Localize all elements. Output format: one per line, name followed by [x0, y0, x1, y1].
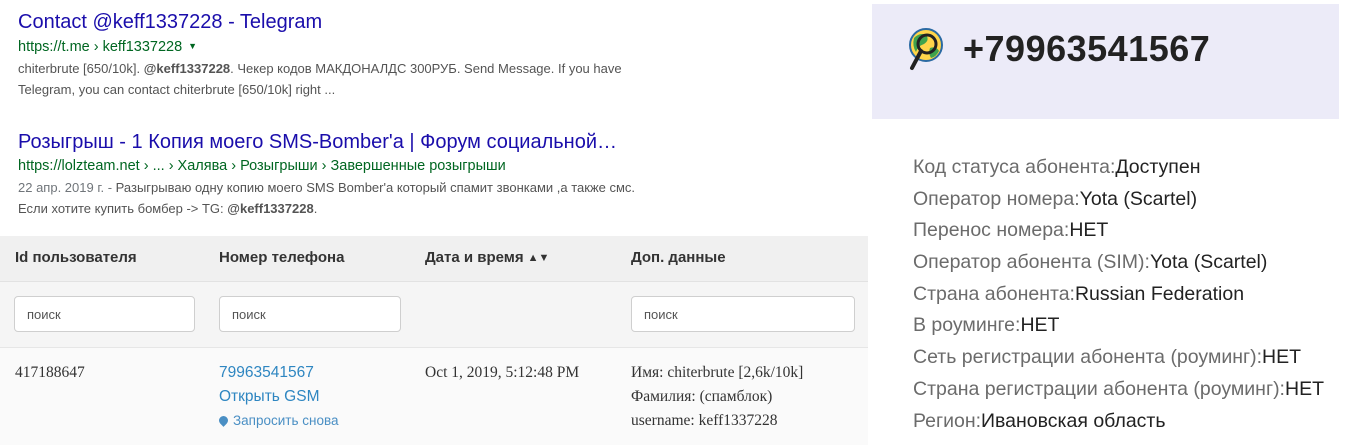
header-user-id: Id пользователя	[15, 249, 137, 266]
info-value: Доступен	[1115, 156, 1201, 178]
info-label: Перенос номера:	[913, 219, 1070, 242]
snippet-text: chiterbrute [650/10k].	[18, 61, 144, 76]
info-row: Страна абонента:Russian Federation	[913, 279, 1324, 311]
map-pin-icon	[217, 414, 230, 427]
request-again-label: Запросить снова	[233, 413, 339, 428]
header-phone: Номер телефона	[219, 249, 345, 266]
info-value: НЕТ	[1020, 314, 1060, 337]
result-url: https://t.me › keff1337228 ▼	[18, 36, 638, 57]
phone-link[interactable]: 79963541567	[219, 361, 339, 385]
table-row: 417188647 79963541567 Открыть GSM Запрос…	[0, 347, 868, 445]
extra-line: Имя: chiterbrute [2,6k/10k]	[631, 364, 804, 381]
result-snippet: 22 апр. 2019 г. - Разыгрываю одну копию …	[18, 177, 638, 219]
info-row: Регион:Ивановская область	[913, 406, 1324, 438]
info-label: Оператор номера:	[913, 187, 1080, 210]
request-again-link[interactable]: Запросить снова	[217, 409, 339, 433]
filter-extra-input[interactable]	[631, 296, 855, 332]
lookup-table: Id пользователя Номер телефона Дата и вр…	[0, 236, 868, 445]
table-header: Id пользователя Номер телефона Дата и вр…	[0, 236, 868, 281]
snippet-text: .	[313, 201, 318, 216]
filter-row	[0, 281, 868, 348]
info-value: Ивановская область	[981, 409, 1166, 432]
info-row: Оператор номера:Yota (Scartel)	[913, 184, 1324, 216]
result-title-link[interactable]: Розыгрыш - 1 Копия моего SMS-Bomber'a | …	[18, 130, 638, 154]
cell-datetime: Oct 1, 2019, 5:12:48 PM	[425, 364, 580, 381]
search-result: Contact @keff1337228 - Telegram https://…	[18, 10, 638, 100]
info-row: Код статуса абонента:Доступен	[913, 152, 1324, 184]
phone-number-title: +79963541567	[963, 28, 1211, 69]
info-row: Сеть регистрации абонента (роуминг):НЕТ	[913, 342, 1324, 374]
header-datetime-label: Дата и время	[425, 249, 524, 266]
sort-updown-icon[interactable]: ▲▼	[528, 252, 550, 264]
open-gsm-link[interactable]: Открыть GSM	[219, 385, 339, 409]
header-extra: Доп. данные	[631, 249, 726, 266]
info-value: НЕТ	[1284, 377, 1324, 400]
result-snippet: chiterbrute [650/10k]. @keff1337228. Чек…	[18, 58, 638, 100]
info-value: Yota (Scartel)	[1149, 251, 1268, 274]
info-label: Сеть регистрации абонента (роуминг):	[913, 346, 1263, 369]
info-value: Yota (Scartel)	[1079, 187, 1198, 210]
result-title-link[interactable]: Contact @keff1337228 - Telegram	[18, 10, 638, 34]
info-value: Russian Federation	[1074, 282, 1245, 305]
info-value: НЕТ	[1069, 219, 1109, 242]
info-label: Оператор абонента (SIM):	[913, 251, 1150, 274]
info-label: Код статуса абонента:	[913, 156, 1116, 178]
phone-header: +79963541567	[872, 4, 1339, 119]
filter-phone-input[interactable]	[219, 296, 401, 332]
info-label: Страна регистрации абонента (роуминг):	[913, 377, 1285, 400]
info-label: Регион:	[913, 409, 982, 432]
cell-user-id: 417188647	[15, 364, 85, 381]
search-result: Розыгрыш - 1 Копия моего SMS-Bomber'a | …	[18, 130, 638, 219]
info-row: Страна регистрации абонента (роуминг):НЕ…	[913, 374, 1324, 406]
snippet-highlight: @keff1337228	[143, 61, 231, 76]
filter-id-input[interactable]	[14, 296, 195, 332]
extra-line: username: keff1337228	[631, 412, 778, 429]
info-label: Страна абонента:	[913, 282, 1075, 305]
result-url-text[interactable]: https://t.me › keff1337228	[18, 39, 182, 55]
cell-extra: Имя: chiterbrute [2,6k/10k] Фамилия: (сп…	[631, 361, 866, 433]
extra-line: Фамилия: (спамблок)	[631, 388, 773, 405]
info-row: В роуминге:НЕТ	[913, 310, 1324, 342]
header-datetime[interactable]: Дата и время ▲▼	[425, 249, 549, 266]
subscriber-info: Код статуса абонента:Доступен Оператор н…	[913, 152, 1324, 437]
info-value: НЕТ	[1262, 346, 1302, 369]
result-url-breadcrumb[interactable]: https://lolzteam.net › ... › Халява › Ро…	[18, 156, 638, 176]
info-row: Оператор абонента (SIM):Yota (Scartel)	[913, 247, 1324, 279]
snippet-highlight: @keff1337228	[227, 201, 314, 216]
caret-down-icon[interactable]: ▼	[188, 41, 197, 51]
info-label: В роуминге:	[913, 314, 1021, 337]
cell-phone: 79963541567 Открыть GSM Запросить снова	[217, 361, 339, 433]
globe-search-icon	[909, 28, 943, 70]
result-date: 22 апр. 2019 г. -	[18, 180, 116, 195]
info-row: Перенос номера:НЕТ	[913, 215, 1324, 247]
